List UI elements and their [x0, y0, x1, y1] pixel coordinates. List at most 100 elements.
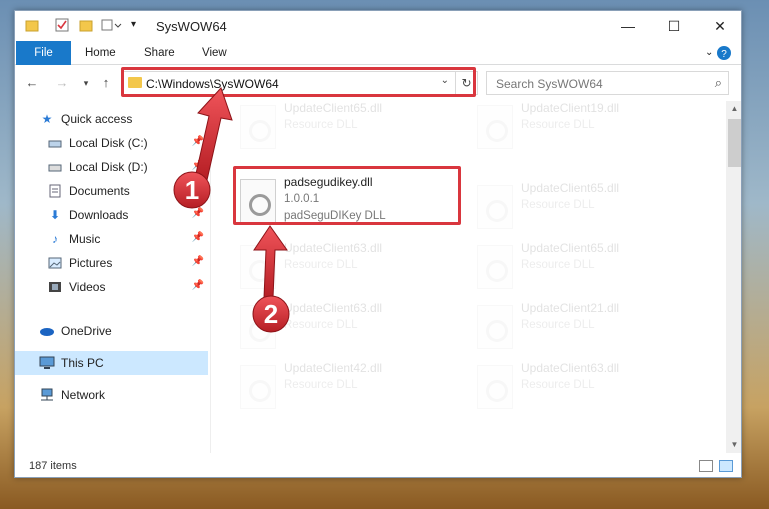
- list-item[interactable]: UpdateClient63.dll Resource DLL: [236, 239, 436, 299]
- sidebar-item-label: This PC: [61, 356, 104, 370]
- dll-file-icon: [477, 105, 513, 149]
- file-name: padsegudikey.dll: [284, 175, 373, 189]
- maximize-button[interactable]: ☐: [651, 11, 697, 41]
- dll-file-icon: [240, 179, 276, 223]
- sidebar-item-label: Quick access: [61, 112, 133, 126]
- back-arrow-icon[interactable]: ←: [23, 73, 41, 93]
- help-icon[interactable]: ?: [715, 41, 733, 65]
- scroll-thumb[interactable]: [728, 119, 741, 167]
- file-version: 1.0.0.1: [284, 193, 320, 205]
- list-item[interactable]: UpdateClient65.dll Resource DLL: [473, 179, 673, 239]
- download-icon: ⬇: [49, 208, 61, 222]
- up-arrow-icon[interactable]: ↑: [97, 73, 115, 93]
- search-box[interactable]: Search SysWOW64 ⌕: [486, 71, 729, 95]
- sidebar-item-documents[interactable]: Documents 📌: [15, 179, 208, 203]
- sidebar-item-label: Pictures: [69, 256, 113, 270]
- sidebar-item-network[interactable]: Network: [15, 383, 208, 407]
- scroll-down-icon[interactable]: ▼: [726, 437, 741, 453]
- dll-file-icon: [240, 105, 276, 149]
- dll-file-icon: [477, 305, 513, 349]
- drive-icon: [47, 159, 63, 175]
- scroll-up-icon[interactable]: ▲: [726, 101, 741, 117]
- videos-icon: [47, 279, 63, 295]
- sidebar-item-label: OneDrive: [61, 324, 112, 338]
- cloud-icon: [39, 323, 55, 339]
- chevron-down-icon[interactable]: ⌄: [441, 75, 449, 86]
- pin-icon[interactable]: 📌: [192, 232, 204, 243]
- recent-locations-icon[interactable]: ▾: [77, 73, 95, 93]
- navigation-pane: ★ Quick access Local Disk (C:) 📌 Local D…: [15, 101, 211, 453]
- list-item[interactable]: UpdateClient63.dll Resource DLL: [473, 359, 673, 419]
- status-bar: 187 items: [15, 455, 741, 477]
- sidebar-item-music[interactable]: ♪ Music 📌: [15, 227, 208, 251]
- close-button[interactable]: ✕: [697, 11, 741, 41]
- sidebar-item-this-pc[interactable]: This PC: [15, 351, 208, 375]
- star-icon: ★: [41, 112, 53, 126]
- search-input[interactable]: Search SysWOW64: [496, 77, 603, 91]
- address-path[interactable]: C:\Windows\SysWOW64: [146, 77, 279, 91]
- sidebar-item-label: Local Disk (C:): [69, 136, 148, 150]
- list-item[interactable]: UpdateClient63.dll Resource DLL: [236, 299, 436, 359]
- large-icons-view-icon[interactable]: [719, 460, 733, 472]
- address-bar[interactable]: C:\Windows\SysWOW64 ⌄ ↻: [123, 71, 478, 95]
- list-item[interactable]: UpdateClient65.dll Resource DLL: [236, 101, 436, 159]
- title-bar: ▾ SysWOW64 — ☐ ✕: [15, 11, 741, 41]
- sidebar-item-label: Videos: [69, 280, 106, 294]
- dll-file-icon: [240, 365, 276, 409]
- sidebar-item-label: Local Disk (D:): [69, 160, 148, 174]
- folder-icon: [25, 18, 39, 32]
- dll-file-icon: [240, 305, 276, 349]
- tab-home[interactable]: Home: [75, 41, 126, 65]
- tab-file[interactable]: File: [16, 41, 71, 65]
- sidebar-item-pictures[interactable]: Pictures 📌: [15, 251, 208, 275]
- dll-file-icon: [477, 365, 513, 409]
- sidebar-item-label: Music: [69, 232, 101, 246]
- sidebar-item-local-disk-d[interactable]: Local Disk (D:) 📌: [15, 155, 208, 179]
- tab-share[interactable]: Share: [134, 41, 185, 65]
- file-list: UpdateClient65.dll Resource DLL padsegud…: [212, 101, 725, 453]
- explorer-window: ▾ SysWOW64 — ☐ ✕ File Home Share View ⌄ …: [14, 10, 742, 478]
- navigation-bar: ← → ▾ ↑ C:\Windows\SysWOW64 ⌄ ↻ Search S…: [15, 69, 741, 97]
- details-view-icon[interactable]: [699, 460, 713, 472]
- pin-icon[interactable]: 📌: [192, 184, 204, 195]
- list-item-padsegudikey[interactable]: padsegudikey.dll 1.0.0.1 padSeguDIKey DL…: [236, 173, 436, 235]
- pictures-icon: [47, 255, 63, 271]
- chevron-down-icon[interactable]: ▾: [131, 18, 145, 32]
- customize-toolbar-icon[interactable]: [101, 18, 122, 32]
- minimize-button[interactable]: —: [605, 11, 651, 41]
- sidebar-item-quick-access[interactable]: ★ Quick access: [15, 107, 208, 131]
- tab-view[interactable]: View: [192, 41, 237, 65]
- sidebar-item-videos[interactable]: Videos 📌: [15, 275, 208, 299]
- folder-icon: [128, 77, 142, 88]
- forward-arrow-icon[interactable]: →: [53, 73, 71, 93]
- documents-icon: [47, 183, 63, 199]
- music-icon: ♪: [52, 232, 58, 246]
- pin-icon[interactable]: 📌: [192, 256, 204, 267]
- sidebar-item-onedrive[interactable]: OneDrive: [15, 319, 208, 343]
- item-count: 187 items: [29, 460, 77, 472]
- window-title: SysWOW64: [156, 19, 227, 34]
- dll-file-icon: [477, 185, 513, 229]
- sidebar-item-label: Documents: [69, 184, 130, 198]
- sidebar-item-local-disk-c[interactable]: Local Disk (C:) 📌: [15, 131, 208, 155]
- svg-text:?: ?: [721, 49, 727, 60]
- search-icon[interactable]: ⌕: [715, 75, 722, 91]
- list-item[interactable]: UpdateClient42.dll Resource DLL: [236, 359, 436, 419]
- list-item[interactable]: UpdateClient21.dll Resource DLL: [473, 299, 673, 359]
- list-item[interactable]: UpdateClient19.dll Resource DLL: [473, 101, 673, 159]
- file-description: padSeguDIKey DLL: [284, 210, 386, 222]
- vertical-scrollbar[interactable]: ▲ ▼: [726, 101, 741, 453]
- refresh-icon[interactable]: ↻: [455, 72, 477, 94]
- dll-file-icon: [240, 245, 276, 289]
- new-folder-icon[interactable]: [79, 18, 93, 32]
- list-item[interactable]: UpdateClient65.dll Resource DLL: [473, 239, 673, 299]
- dll-file-icon: [477, 245, 513, 289]
- computer-icon: [39, 355, 55, 371]
- ribbon-tabs: File Home Share View ⌄ ?: [15, 41, 741, 65]
- pin-icon[interactable]: 📌: [192, 208, 204, 219]
- pin-icon[interactable]: 📌: [192, 136, 204, 147]
- pin-icon[interactable]: 📌: [192, 280, 204, 291]
- pin-icon[interactable]: 📌: [192, 160, 204, 171]
- sidebar-item-downloads[interactable]: ⬇ Downloads 📌: [15, 203, 208, 227]
- properties-icon[interactable]: [55, 18, 69, 32]
